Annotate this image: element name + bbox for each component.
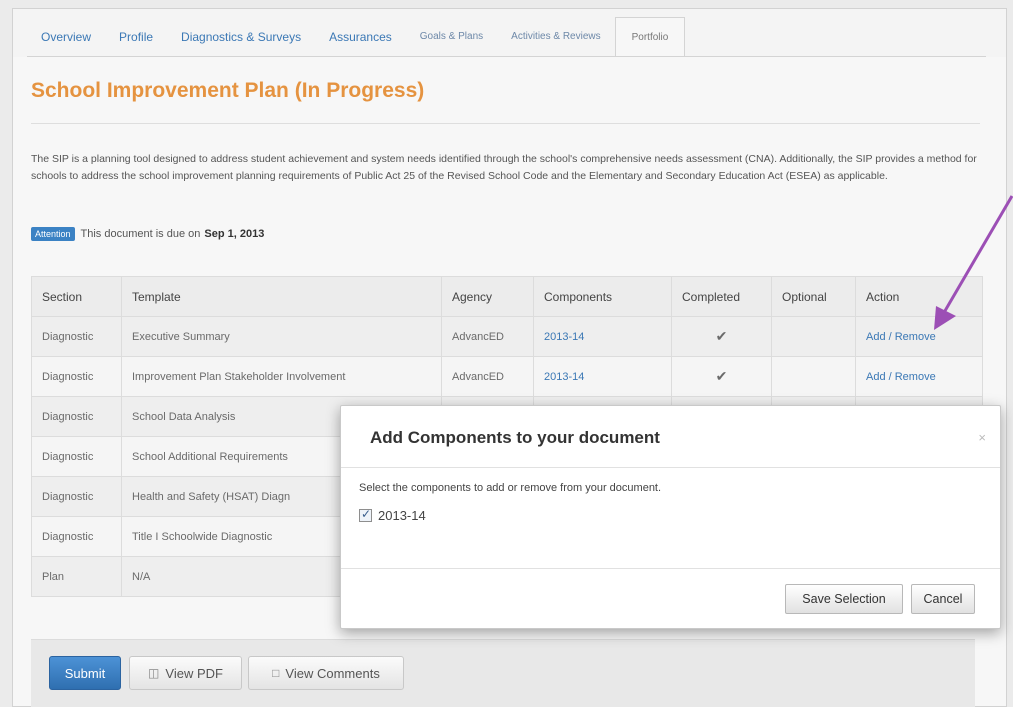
action-bar: Submit ◫ View PDF □ View Comments: [31, 639, 975, 707]
add-remove-link[interactable]: Add / Remove: [866, 371, 936, 383]
cell-section: Plan: [31, 556, 122, 597]
view-comments-label: View Comments: [285, 665, 380, 681]
component-link[interactable]: 2013-14: [544, 331, 584, 343]
cell-section: Diagnostic: [31, 516, 122, 557]
tab-goals-plans[interactable]: Goals & Plans: [406, 17, 497, 57]
page-title: School Improvement Plan (In Progress): [31, 79, 425, 102]
cell-section: Diagnostic: [31, 476, 122, 517]
due-notice: Attention This document is due on Sep 1,…: [31, 227, 264, 241]
pdf-icon: ◫: [148, 666, 160, 680]
due-date: Sep 1, 2013: [204, 228, 265, 240]
component-option[interactable]: 2013-14: [359, 507, 426, 523]
cell-section: Diagnostic: [31, 436, 122, 477]
cell-section: Diagnostic: [31, 396, 122, 437]
header-completed: Completed: [671, 276, 772, 317]
cell-section: Diagnostic: [31, 316, 122, 357]
modal-header: Add Components to your document ×: [341, 406, 1000, 468]
tab-bar: Overview Profile Diagnostics & Surveys A…: [27, 17, 686, 57]
component-link[interactable]: 2013-14: [544, 371, 584, 383]
table-row: Diagnostic Improvement Plan Stakeholder …: [31, 356, 983, 397]
modal-body: Select the components to add or remove f…: [341, 468, 1000, 569]
cell-agency: AdvancED: [441, 316, 534, 357]
header-optional: Optional: [771, 276, 856, 317]
component-checkbox[interactable]: [359, 507, 372, 522]
attention-badge: Attention: [31, 227, 75, 241]
tab-activities-reviews[interactable]: Activities & Reviews: [497, 17, 614, 57]
cell-optional: [771, 356, 856, 397]
comment-icon: □: [272, 666, 280, 680]
tab-portfolio[interactable]: Portfolio: [614, 17, 686, 57]
table-header-row: Section Template Agency Components Compl…: [31, 276, 983, 317]
cancel-button[interactable]: Cancel: [911, 584, 975, 614]
header-template: Template: [121, 276, 442, 317]
add-components-modal: Add Components to your document × Select…: [340, 405, 1001, 629]
modal-title: Add Components to your document: [370, 428, 660, 447]
title-divider: [31, 123, 980, 124]
cell-optional: [771, 316, 856, 357]
tab-profile[interactable]: Profile: [105, 17, 167, 57]
component-option-label: 2013-14: [378, 508, 426, 523]
cell-agency: AdvancED: [441, 356, 534, 397]
header-agency: Agency: [441, 276, 534, 317]
modal-instructions: Select the components to add or remove f…: [359, 482, 662, 494]
save-selection-button[interactable]: Save Selection: [785, 584, 903, 614]
tab-assurances[interactable]: Assurances: [315, 17, 406, 57]
tab-diagnostics-surveys[interactable]: Diagnostics & Surveys: [167, 17, 315, 57]
cell-template: Executive Summary: [121, 316, 442, 357]
modal-footer: Save Selection Cancel: [341, 569, 1000, 629]
view-pdf-label: View PDF: [165, 665, 223, 681]
completed-check-icon: ✔: [671, 316, 772, 357]
tab-overview[interactable]: Overview: [27, 17, 105, 57]
table-row: Diagnostic Executive Summary AdvancED 20…: [31, 316, 983, 357]
cell-section: Diagnostic: [31, 356, 122, 397]
header-components: Components: [533, 276, 672, 317]
annotation-arrow-icon: [934, 195, 1013, 330]
page-description: The SIP is a planning tool designed to a…: [31, 153, 977, 182]
due-text: This document is due on: [80, 228, 201, 240]
completed-check-icon: ✔: [671, 356, 772, 397]
header-section: Section: [31, 276, 122, 317]
view-pdf-button[interactable]: ◫ View PDF: [129, 656, 242, 690]
cell-template: Improvement Plan Stakeholder Involvement: [121, 356, 442, 397]
close-icon[interactable]: ×: [978, 430, 986, 445]
submit-button[interactable]: Submit: [49, 656, 121, 690]
view-comments-button[interactable]: □ View Comments: [248, 656, 404, 690]
